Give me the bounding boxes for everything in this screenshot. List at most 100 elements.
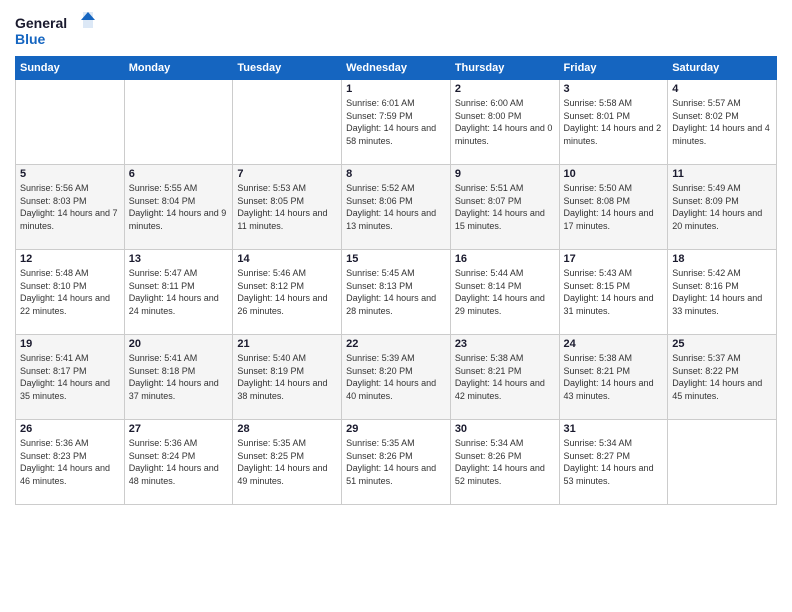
cell-sunset: Sunset: 8:17 PM bbox=[20, 365, 120, 378]
cell-day-number: 4 bbox=[672, 83, 772, 95]
cell-sunrise: Sunrise: 5:58 AM bbox=[564, 97, 664, 110]
calendar-cell: 28 Sunrise: 5:35 AM Sunset: 8:25 PM Dayl… bbox=[233, 420, 342, 505]
calendar-cell: 22 Sunrise: 5:39 AM Sunset: 8:20 PM Dayl… bbox=[342, 335, 451, 420]
calendar-cell: 19 Sunrise: 5:41 AM Sunset: 8:17 PM Dayl… bbox=[16, 335, 125, 420]
cell-day-number: 1 bbox=[346, 83, 446, 95]
cell-day-number: 29 bbox=[346, 423, 446, 435]
cell-daylight: Daylight: 14 hours and 53 minutes. bbox=[564, 462, 664, 487]
cell-daylight: Daylight: 14 hours and 20 minutes. bbox=[672, 207, 772, 232]
calendar-cell: 26 Sunrise: 5:36 AM Sunset: 8:23 PM Dayl… bbox=[16, 420, 125, 505]
calendar-cell: 25 Sunrise: 5:37 AM Sunset: 8:22 PM Dayl… bbox=[668, 335, 777, 420]
cell-sunset: Sunset: 8:21 PM bbox=[564, 365, 664, 378]
cell-daylight: Daylight: 14 hours and 17 minutes. bbox=[564, 207, 664, 232]
cell-day-number: 21 bbox=[237, 338, 337, 350]
calendar-cell: 18 Sunrise: 5:42 AM Sunset: 8:16 PM Dayl… bbox=[668, 250, 777, 335]
cell-sunset: Sunset: 8:15 PM bbox=[564, 280, 664, 293]
cell-daylight: Daylight: 14 hours and 15 minutes. bbox=[455, 207, 555, 232]
header: General Blue bbox=[15, 10, 777, 50]
cell-daylight: Daylight: 14 hours and 29 minutes. bbox=[455, 292, 555, 317]
cell-sunrise: Sunrise: 5:49 AM bbox=[672, 182, 772, 195]
calendar-week-row: 12 Sunrise: 5:48 AM Sunset: 8:10 PM Dayl… bbox=[16, 250, 777, 335]
calendar-week-row: 5 Sunrise: 5:56 AM Sunset: 8:03 PM Dayli… bbox=[16, 165, 777, 250]
cell-daylight: Daylight: 14 hours and 37 minutes. bbox=[129, 377, 229, 402]
cell-day-number: 25 bbox=[672, 338, 772, 350]
calendar-cell: 7 Sunrise: 5:53 AM Sunset: 8:05 PM Dayli… bbox=[233, 165, 342, 250]
calendar-cell: 20 Sunrise: 5:41 AM Sunset: 8:18 PM Dayl… bbox=[124, 335, 233, 420]
cell-sunrise: Sunrise: 5:42 AM bbox=[672, 267, 772, 280]
cell-sunrise: Sunrise: 5:47 AM bbox=[129, 267, 229, 280]
cell-sunset: Sunset: 8:05 PM bbox=[237, 195, 337, 208]
cell-day-number: 30 bbox=[455, 423, 555, 435]
cell-sunrise: Sunrise: 5:56 AM bbox=[20, 182, 120, 195]
calendar-cell: 16 Sunrise: 5:44 AM Sunset: 8:14 PM Dayl… bbox=[450, 250, 559, 335]
cell-sunset: Sunset: 8:09 PM bbox=[672, 195, 772, 208]
cell-daylight: Daylight: 14 hours and 43 minutes. bbox=[564, 377, 664, 402]
cell-sunrise: Sunrise: 5:41 AM bbox=[129, 352, 229, 365]
weekday-header: Thursday bbox=[450, 57, 559, 80]
calendar-cell: 2 Sunrise: 6:00 AM Sunset: 8:00 PM Dayli… bbox=[450, 80, 559, 165]
cell-sunset: Sunset: 8:26 PM bbox=[346, 450, 446, 463]
cell-sunset: Sunset: 8:14 PM bbox=[455, 280, 555, 293]
calendar-cell: 12 Sunrise: 5:48 AM Sunset: 8:10 PM Dayl… bbox=[16, 250, 125, 335]
cell-day-number: 26 bbox=[20, 423, 120, 435]
cell-daylight: Daylight: 14 hours and 52 minutes. bbox=[455, 462, 555, 487]
cell-day-number: 8 bbox=[346, 168, 446, 180]
cell-sunrise: Sunrise: 5:46 AM bbox=[237, 267, 337, 280]
cell-sunrise: Sunrise: 5:40 AM bbox=[237, 352, 337, 365]
weekday-header: Tuesday bbox=[233, 57, 342, 80]
cell-sunset: Sunset: 8:08 PM bbox=[564, 195, 664, 208]
calendar-week-row: 19 Sunrise: 5:41 AM Sunset: 8:17 PM Dayl… bbox=[16, 335, 777, 420]
cell-sunrise: Sunrise: 5:34 AM bbox=[455, 437, 555, 450]
cell-sunset: Sunset: 8:13 PM bbox=[346, 280, 446, 293]
calendar-cell: 1 Sunrise: 6:01 AM Sunset: 7:59 PM Dayli… bbox=[342, 80, 451, 165]
cell-sunrise: Sunrise: 5:35 AM bbox=[237, 437, 337, 450]
cell-day-number: 31 bbox=[564, 423, 664, 435]
cell-sunset: Sunset: 7:59 PM bbox=[346, 110, 446, 123]
cell-day-number: 14 bbox=[237, 253, 337, 265]
cell-sunrise: Sunrise: 5:36 AM bbox=[20, 437, 120, 450]
cell-day-number: 19 bbox=[20, 338, 120, 350]
cell-sunset: Sunset: 8:11 PM bbox=[129, 280, 229, 293]
cell-day-number: 5 bbox=[20, 168, 120, 180]
cell-sunset: Sunset: 8:27 PM bbox=[564, 450, 664, 463]
calendar-cell: 24 Sunrise: 5:38 AM Sunset: 8:21 PM Dayl… bbox=[559, 335, 668, 420]
calendar-cell: 4 Sunrise: 5:57 AM Sunset: 8:02 PM Dayli… bbox=[668, 80, 777, 165]
cell-daylight: Daylight: 14 hours and 51 minutes. bbox=[346, 462, 446, 487]
weekday-header: Wednesday bbox=[342, 57, 451, 80]
cell-sunrise: Sunrise: 5:38 AM bbox=[564, 352, 664, 365]
cell-daylight: Daylight: 14 hours and 24 minutes. bbox=[129, 292, 229, 317]
cell-day-number: 22 bbox=[346, 338, 446, 350]
calendar-table: SundayMondayTuesdayWednesdayThursdayFrid… bbox=[15, 56, 777, 505]
cell-daylight: Daylight: 14 hours and 2 minutes. bbox=[564, 122, 664, 147]
calendar-cell: 27 Sunrise: 5:36 AM Sunset: 8:24 PM Dayl… bbox=[124, 420, 233, 505]
cell-day-number: 17 bbox=[564, 253, 664, 265]
cell-sunset: Sunset: 8:04 PM bbox=[129, 195, 229, 208]
cell-sunset: Sunset: 8:07 PM bbox=[455, 195, 555, 208]
cell-daylight: Daylight: 14 hours and 35 minutes. bbox=[20, 377, 120, 402]
cell-sunset: Sunset: 8:19 PM bbox=[237, 365, 337, 378]
cell-sunrise: Sunrise: 5:53 AM bbox=[237, 182, 337, 195]
cell-daylight: Daylight: 14 hours and 46 minutes. bbox=[20, 462, 120, 487]
cell-daylight: Daylight: 14 hours and 45 minutes. bbox=[672, 377, 772, 402]
cell-sunrise: Sunrise: 5:37 AM bbox=[672, 352, 772, 365]
calendar-week-row: 1 Sunrise: 6:01 AM Sunset: 7:59 PM Dayli… bbox=[16, 80, 777, 165]
cell-day-number: 18 bbox=[672, 253, 772, 265]
calendar-cell: 23 Sunrise: 5:38 AM Sunset: 8:21 PM Dayl… bbox=[450, 335, 559, 420]
cell-day-number: 15 bbox=[346, 253, 446, 265]
cell-sunrise: Sunrise: 5:48 AM bbox=[20, 267, 120, 280]
cell-sunset: Sunset: 8:12 PM bbox=[237, 280, 337, 293]
cell-daylight: Daylight: 14 hours and 49 minutes. bbox=[237, 462, 337, 487]
cell-daylight: Daylight: 14 hours and 33 minutes. bbox=[672, 292, 772, 317]
cell-day-number: 16 bbox=[455, 253, 555, 265]
cell-daylight: Daylight: 14 hours and 22 minutes. bbox=[20, 292, 120, 317]
weekday-header: Friday bbox=[559, 57, 668, 80]
calendar-cell bbox=[16, 80, 125, 165]
cell-day-number: 6 bbox=[129, 168, 229, 180]
cell-day-number: 7 bbox=[237, 168, 337, 180]
cell-daylight: Daylight: 14 hours and 58 minutes. bbox=[346, 122, 446, 147]
cell-daylight: Daylight: 14 hours and 42 minutes. bbox=[455, 377, 555, 402]
cell-daylight: Daylight: 14 hours and 4 minutes. bbox=[672, 122, 772, 147]
cell-daylight: Daylight: 14 hours and 48 minutes. bbox=[129, 462, 229, 487]
cell-daylight: Daylight: 14 hours and 38 minutes. bbox=[237, 377, 337, 402]
logo: General Blue bbox=[15, 10, 95, 50]
